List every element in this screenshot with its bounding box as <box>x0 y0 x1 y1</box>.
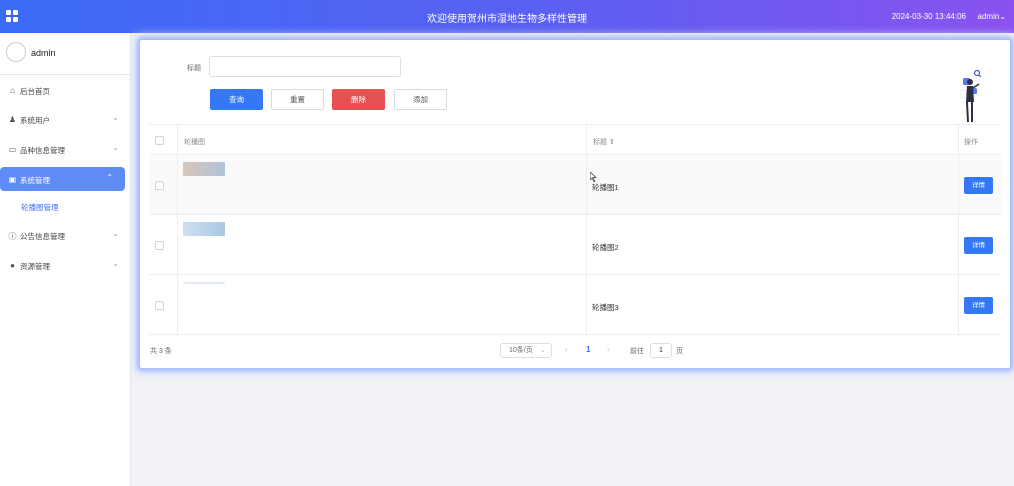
row-checkbox[interactable] <box>155 301 164 310</box>
main-panel: 标题 查询 重置 删除 添加 轮播图 标题 ⇕ 操作 轮播图1 详情 轮播图2 … <box>140 40 1010 368</box>
query-button[interactable]: 查询 <box>210 89 263 110</box>
carousel-thumbnail <box>183 162 225 176</box>
column-header-actions: 操作 <box>964 139 978 146</box>
top-bar: 欢迎使用贺州市湿地生物多样性管理 2024-03-30 13:44:06 adm… <box>0 0 1014 33</box>
chevron-up-icon: ⌃ <box>106 173 113 182</box>
location-icon: ● <box>10 261 15 270</box>
reset-button[interactable]: 重置 <box>271 89 324 110</box>
chevron-down-icon: ⌄ <box>112 143 119 152</box>
page-size-select[interactable]: 10条/页 ⌄ <box>500 343 552 358</box>
goto-suffix: 页 <box>676 348 683 355</box>
page-number[interactable]: 1 <box>586 345 590 354</box>
app-title: 欢迎使用贺州市湿地生物多样性管理 <box>427 14 587 25</box>
next-page-icon[interactable]: › <box>607 345 610 354</box>
row-title: 轮播图2 <box>592 243 619 252</box>
sidebar-item-home[interactable]: ⌂ 后台首页 <box>0 78 131 102</box>
chevron-down-icon: ⌄ <box>999 12 1006 21</box>
title-search-input[interactable] <box>209 56 401 77</box>
chevron-down-icon: ⌄ <box>540 347 546 354</box>
carousel-table: 轮播图 标题 ⇕ 操作 轮播图1 详情 轮播图2 详情 轮播图3 详情 <box>149 124 1001 337</box>
page-size-value: 10条/页 <box>509 347 533 354</box>
sidebar-item-label: 公告信息管理 <box>20 232 65 241</box>
sidebar-item-label: 资源管理 <box>20 262 50 271</box>
folder-icon: ▭ <box>8 145 17 154</box>
sidebar: admin ⌂ 后台首页 ♟ 系统用户 ⌄ ▭ 品种信息管理 ⌄ ▣ 系统管理 … <box>0 33 131 486</box>
chevron-down-icon: ⌄ <box>112 113 119 122</box>
goto-label: 前往 <box>630 348 644 355</box>
select-all-checkbox[interactable] <box>155 136 164 145</box>
sidebar-item-species[interactable]: ▭ 品种信息管理 ⌄ <box>0 137 131 161</box>
image-icon: ▣ <box>8 175 17 184</box>
row-title: 轮播图1 <box>592 183 619 192</box>
sidebar-item-resources[interactable]: ● 资源管理 ⌄ <box>0 253 131 277</box>
avatar <box>6 42 26 62</box>
detail-button[interactable]: 详情 <box>964 237 993 254</box>
sidebar-item-label: 系统用户 <box>20 116 50 125</box>
profile: admin <box>0 33 130 75</box>
sidebar-item-announcements[interactable]: ⓘ 公告信息管理 ⌄ <box>0 223 131 247</box>
total-count: 共 3 条 <box>150 348 172 355</box>
column-divider <box>586 125 587 337</box>
search-illustration <box>960 69 982 123</box>
column-divider <box>958 125 959 337</box>
detail-button[interactable]: 详情 <box>964 177 993 194</box>
sidebar-item-label: 系统管理 <box>20 176 50 185</box>
carousel-thumbnail <box>183 222 225 236</box>
column-divider <box>177 125 178 337</box>
row-checkbox[interactable] <box>155 241 164 250</box>
home-icon: ⌂ <box>10 86 15 95</box>
mouse-cursor-icon <box>590 172 597 182</box>
detail-button[interactable]: 详情 <box>964 297 993 314</box>
submenu-item-carousel[interactable]: 轮播图管理 <box>21 202 59 213</box>
column-header-image: 轮播图 <box>184 139 205 146</box>
prev-page-icon[interactable]: ‹ <box>565 345 568 354</box>
chevron-down-icon: ⌄ <box>112 229 119 238</box>
search-label: 标题 <box>187 65 201 72</box>
sidebar-item-system-management[interactable]: ▣ 系统管理 ⌃ <box>0 167 125 191</box>
user-name: admin <box>977 12 1000 21</box>
info-icon: ⓘ <box>8 232 17 241</box>
row-title: 轮播图3 <box>592 303 619 312</box>
table-header: 轮播图 标题 ⇕ 操作 <box>149 125 1001 155</box>
sidebar-item-label: 后台首页 <box>20 87 50 96</box>
pagination: 共 3 条 10条/页 ⌄ ‹ 1 › 前往 1 页 <box>140 343 1010 358</box>
table-row: 轮播图3 详情 <box>149 276 1001 335</box>
profile-name: admin <box>31 48 56 58</box>
row-checkbox[interactable] <box>155 181 164 190</box>
sidebar-item-label: 品种信息管理 <box>20 146 65 155</box>
user-menu[interactable]: admin⌄ <box>978 12 1007 21</box>
carousel-thumbnail <box>183 282 225 284</box>
goto-page-input[interactable]: 1 <box>650 343 672 358</box>
chevron-down-icon: ⌄ <box>112 259 119 268</box>
current-datetime: 2024-03-30 13:44:06 <box>891 12 966 21</box>
user-icon: ♟ <box>8 115 17 124</box>
delete-button[interactable]: 删除 <box>332 89 385 110</box>
column-header-title[interactable]: 标题 ⇕ <box>593 137 615 147</box>
table-row: 轮播图1 详情 <box>149 156 1001 215</box>
table-row: 轮播图2 详情 <box>149 216 1001 275</box>
sidebar-item-system-users[interactable]: ♟ 系统用户 ⌄ <box>0 107 131 131</box>
add-button[interactable]: 添加 <box>394 89 447 110</box>
